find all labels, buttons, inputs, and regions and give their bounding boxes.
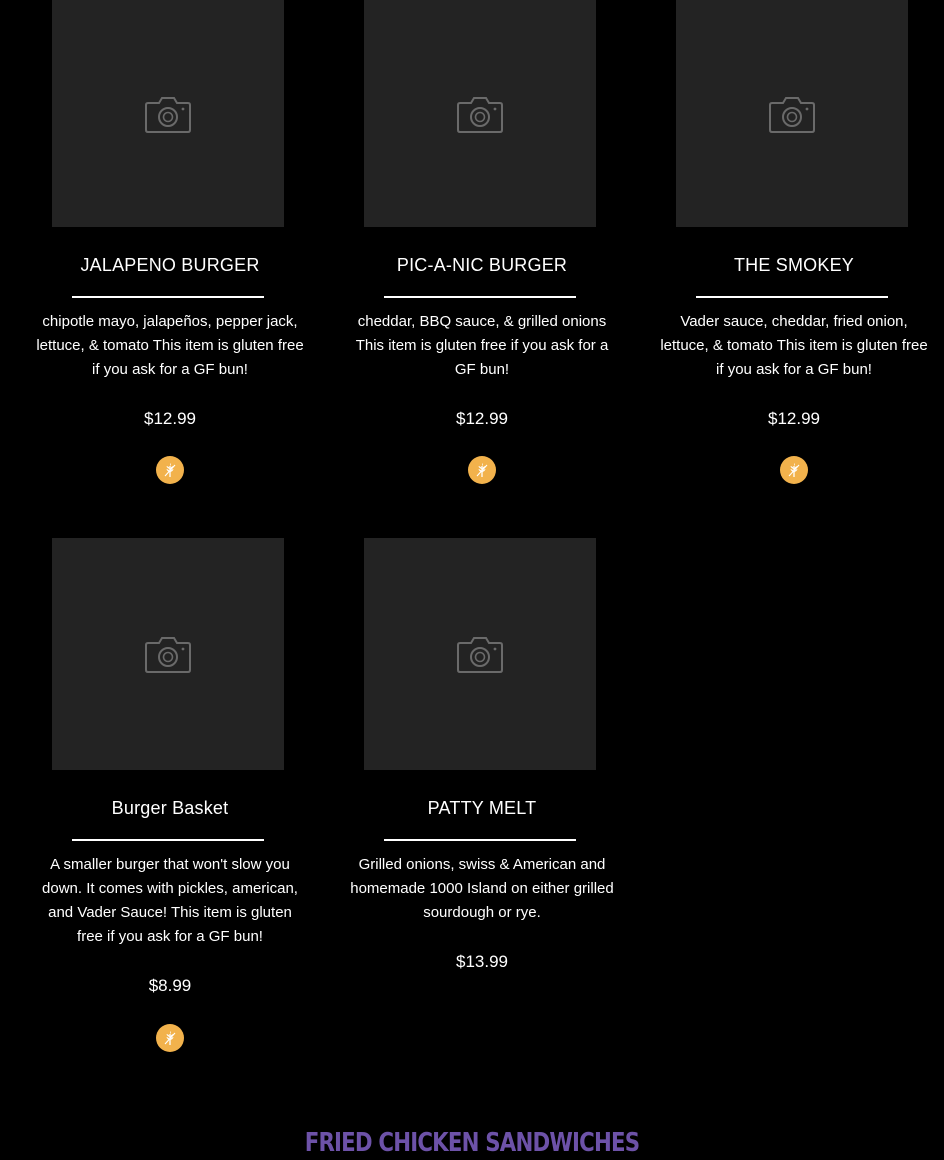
menu-item-card[interactable]: PATTY MELT Grilled onions, swiss & Ameri…: [326, 538, 638, 998]
wheat-icon: [788, 463, 800, 477]
gluten-free-badge: [156, 456, 184, 484]
wheat-icon: [164, 463, 176, 477]
camera-icon: [145, 96, 191, 133]
item-name: PATTY MELT: [427, 798, 537, 818]
item-photo-placeholder[interactable]: [364, 0, 596, 227]
camera-icon: [457, 637, 503, 673]
divider: [696, 296, 888, 298]
item-price: $8.99: [148, 976, 192, 995]
gluten-free-badge: [780, 456, 808, 484]
divider: [384, 296, 576, 298]
item-price: $12.99: [144, 409, 196, 428]
camera-icon: [145, 637, 191, 673]
wheat-icon: [164, 1031, 176, 1045]
section-heading-fried-chicken: FRIED CHICKEN SANDWICHES: [304, 1128, 640, 1158]
item-description: Vader sauce, cheddar, fried onion, lettu…: [660, 313, 928, 378]
gluten-free-badge: [156, 1024, 184, 1052]
item-photo-placeholder[interactable]: [364, 538, 596, 770]
divider: [72, 296, 264, 298]
item-description: A smaller burger that won't slow you dow…: [42, 856, 298, 945]
item-name: Burger Basket: [111, 798, 229, 818]
item-price: $13.99: [456, 952, 508, 971]
item-description: Grilled onions, swiss & American and hom…: [350, 856, 614, 921]
menu-item-card[interactable]: Burger Basket A smaller burger that won'…: [14, 538, 326, 1058]
item-photo-placeholder[interactable]: [52, 538, 284, 770]
divider: [384, 839, 576, 841]
menu-item-card[interactable]: THE SMOKEY Vader sauce, cheddar, fried o…: [638, 0, 944, 500]
item-description: chipotle mayo, jalapeños, pepper jack, l…: [36, 313, 304, 378]
menu-item-card[interactable]: JALAPENO BURGER chipotle mayo, jalapeños…: [14, 0, 326, 500]
item-name: PIC-A-NIC BURGER: [396, 255, 568, 275]
item-price: $12.99: [768, 409, 820, 428]
item-name: JALAPENO BURGER: [80, 255, 260, 275]
item-price: $12.99: [456, 409, 508, 428]
camera-icon: [769, 96, 815, 133]
item-description: cheddar, BBQ sauce, & grilled onions Thi…: [355, 313, 609, 378]
item-photo-placeholder[interactable]: [676, 0, 908, 227]
divider: [72, 839, 264, 841]
item-name: THE SMOKEY: [733, 255, 855, 275]
wheat-icon: [476, 463, 488, 477]
menu-item-card[interactable]: PIC-A-NIC BURGER cheddar, BBQ sauce, & g…: [326, 0, 638, 500]
camera-icon: [457, 96, 503, 133]
item-photo-placeholder[interactable]: [52, 0, 284, 227]
gluten-free-badge: [468, 456, 496, 484]
